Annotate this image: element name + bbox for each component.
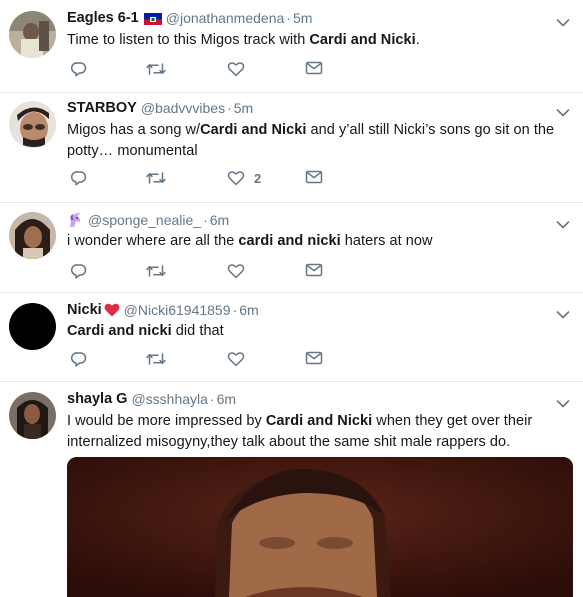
like-button[interactable] (227, 61, 254, 77)
heart-icon (227, 351, 245, 367)
tweet-text: Time to listen to this Migos track with … (67, 32, 420, 48)
avatar[interactable] (9, 101, 56, 148)
haiti-flag-icon (143, 12, 162, 25)
search-highlight: Cardi and Nicki (265, 413, 373, 429)
dm-button[interactable] (305, 351, 323, 365)
unicorn-icon (67, 212, 85, 228)
search-highlight: Cardi and Nicki (309, 32, 416, 48)
separator: · (227, 100, 232, 116)
separator: · (203, 212, 208, 228)
avatar[interactable] (9, 303, 56, 350)
chevron-down-icon[interactable] (556, 15, 570, 27)
timestamp[interactable]: 5m (293, 9, 312, 27)
display-name[interactable]: STARBOY (67, 99, 137, 117)
chevron-down-icon[interactable] (556, 307, 570, 319)
like-button[interactable]: 2 (227, 170, 261, 186)
retweet-icon (145, 61, 167, 77)
reply-icon (70, 351, 88, 367)
timestamp[interactable]: 6m (210, 211, 229, 229)
reply-button[interactable] (70, 263, 88, 279)
search-highlight: Cardi and Nicki (200, 122, 307, 138)
timestamp[interactable]: 6m (239, 301, 258, 319)
reply-button[interactable] (70, 351, 88, 367)
avatar[interactable] (9, 11, 56, 58)
tweet-feed: Eagles 6-1 @jonathanmedena · 5m Time to … (0, 0, 583, 597)
envelope-icon (305, 61, 323, 75)
reply-icon (70, 263, 88, 279)
tweet-header: @sponge_nealie_ · 6m (67, 211, 573, 229)
tweet[interactable]: @sponge_nealie_ · 6m i wonder where are … (0, 203, 583, 293)
tweet-text: i wonder where are all the cardi and nic… (67, 233, 433, 249)
reply-button[interactable] (70, 170, 88, 186)
dm-button[interactable] (305, 170, 323, 184)
reply-icon (70, 170, 88, 186)
display-name[interactable]: shayla G (67, 390, 127, 408)
tweet[interactable]: STARBOY @badvvvibes · 5m Migos has a son… (0, 93, 583, 203)
chevron-down-icon[interactable] (556, 217, 570, 229)
tweet[interactable]: Nicki @Nicki61941859 · 6m Cardi and nick… (0, 293, 583, 382)
tweet-header: Eagles 6-1 @jonathanmedena · 5m (67, 9, 573, 27)
username[interactable]: @ssshhayla (131, 390, 207, 408)
like-button[interactable] (227, 263, 254, 279)
separator: · (209, 391, 215, 407)
avatar[interactable] (9, 392, 56, 439)
separator: · (232, 302, 238, 318)
red-heart-icon (104, 303, 120, 317)
username[interactable]: @jonathanmedena (166, 9, 285, 27)
retweet-button[interactable] (145, 351, 167, 367)
heart-icon (227, 263, 245, 279)
reply-icon (70, 61, 88, 77)
envelope-icon (305, 170, 323, 184)
heart-icon (227, 61, 245, 77)
dm-button[interactable] (305, 61, 323, 75)
username[interactable]: @sponge_nealie_ (88, 211, 201, 229)
like-button[interactable] (227, 351, 254, 367)
retweet-button[interactable] (145, 170, 167, 186)
envelope-icon (305, 263, 323, 277)
retweet-icon (145, 351, 167, 367)
separator: · (286, 10, 291, 26)
tweet-text: Migos has a song w/Cardi and Nicki and y… (67, 122, 555, 159)
username[interactable]: @Nicki61941859 (124, 301, 231, 319)
tweet-text: I would be more impressed by Cardi and N… (67, 413, 533, 450)
tweet-header: Nicki @Nicki61941859 · 6m (67, 301, 573, 319)
tweet-header: shayla G @ssshhayla · 6m (67, 390, 573, 408)
search-highlight: Cardi and nicki (67, 323, 172, 339)
chevron-down-icon[interactable] (556, 396, 570, 408)
timestamp[interactable]: 6m (217, 390, 236, 408)
display-name[interactable]: Eagles 6-1 (67, 9, 139, 27)
display-name[interactable]: Nicki (67, 301, 102, 319)
chevron-down-icon[interactable] (556, 105, 570, 117)
tweet-header: STARBOY @badvvvibes · 5m (67, 99, 573, 117)
search-highlight: cardi and nicki (238, 233, 341, 249)
tweet[interactable]: Eagles 6-1 @jonathanmedena · 5m Time to … (0, 0, 583, 93)
timestamp[interactable]: 5m (234, 99, 253, 117)
dm-button[interactable] (305, 263, 323, 277)
reply-button[interactable] (70, 61, 88, 77)
retweet-button[interactable] (145, 61, 167, 77)
retweet-icon (145, 170, 167, 186)
tweet-text: Cardi and nicki did that (67, 323, 224, 339)
envelope-icon (305, 351, 323, 365)
like-count: 2 (254, 170, 262, 186)
tweet-media-image[interactable] (67, 457, 573, 597)
retweet-button[interactable] (145, 263, 167, 279)
avatar[interactable] (9, 212, 56, 259)
retweet-icon (145, 263, 167, 279)
heart-icon (227, 170, 245, 186)
username[interactable]: @badvvvibes (141, 99, 225, 117)
